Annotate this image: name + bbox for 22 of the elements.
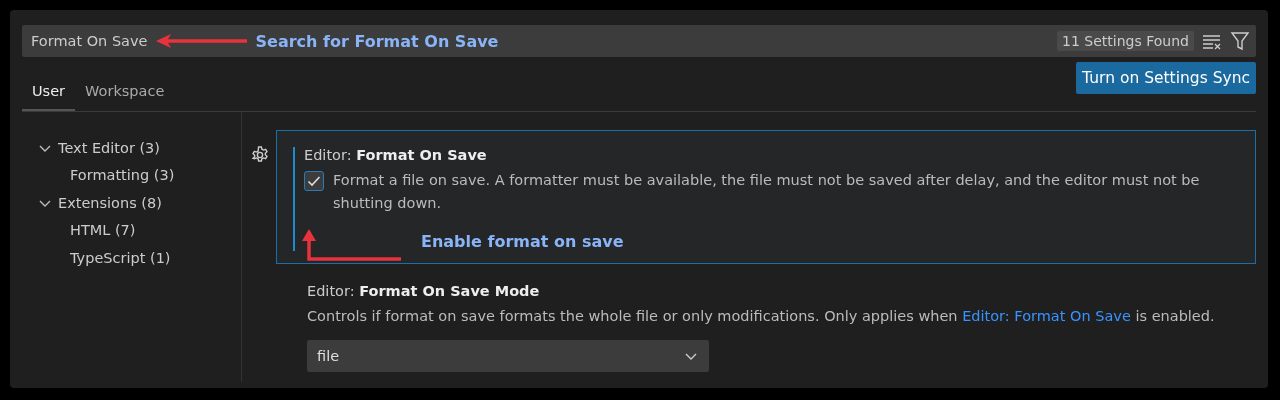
results-count: 11 Settings Found: [1057, 31, 1194, 51]
tree-item[interactable]: Text Editor (3): [58, 139, 160, 156]
tree-item[interactable]: Extensions (8): [58, 194, 162, 211]
tree-item[interactable]: TypeScript (1): [70, 249, 171, 266]
setting-description: Controls if format on save formats the whole file or only modifications. Only applies when Editor: Format On Save is enabled.: [307, 307, 1216, 326]
tree-item[interactable]: Formatting (3): [70, 167, 175, 184]
setting-link[interactable]: Editor: Format On Save: [962, 308, 1131, 324]
tree-item[interactable]: HTML (7): [70, 222, 136, 239]
tab[interactable]: Workspace: [75, 77, 175, 111]
checkbox[interactable]: [304, 171, 324, 191]
clear-filter-icon[interactable]: [1202, 32, 1222, 50]
setting-title: Editor: Format On Save Mode: [307, 283, 541, 299]
setting-title: Editor: Format On Save: [304, 147, 488, 163]
tab[interactable]: User: [22, 77, 76, 111]
dropdown[interactable]: file: [307, 340, 709, 372]
setting-description: Format a file on save. A formatter must be available, the file must not be saved after delay, and the editor must not be shutting down.: [333, 171, 1201, 213]
search-field[interactable]: Format On Save Search for Format On Save 11 Settings Found: [22, 25, 1256, 57]
sync-button[interactable]: Turn on Settings Sync: [1076, 62, 1256, 94]
filter-icon[interactable]: [1230, 31, 1250, 51]
gear-icon[interactable]: [250, 145, 270, 165]
annotation-text: Enable format on save: [421, 232, 624, 251]
annotation-text: Search for Format On Save: [255, 31, 499, 51]
